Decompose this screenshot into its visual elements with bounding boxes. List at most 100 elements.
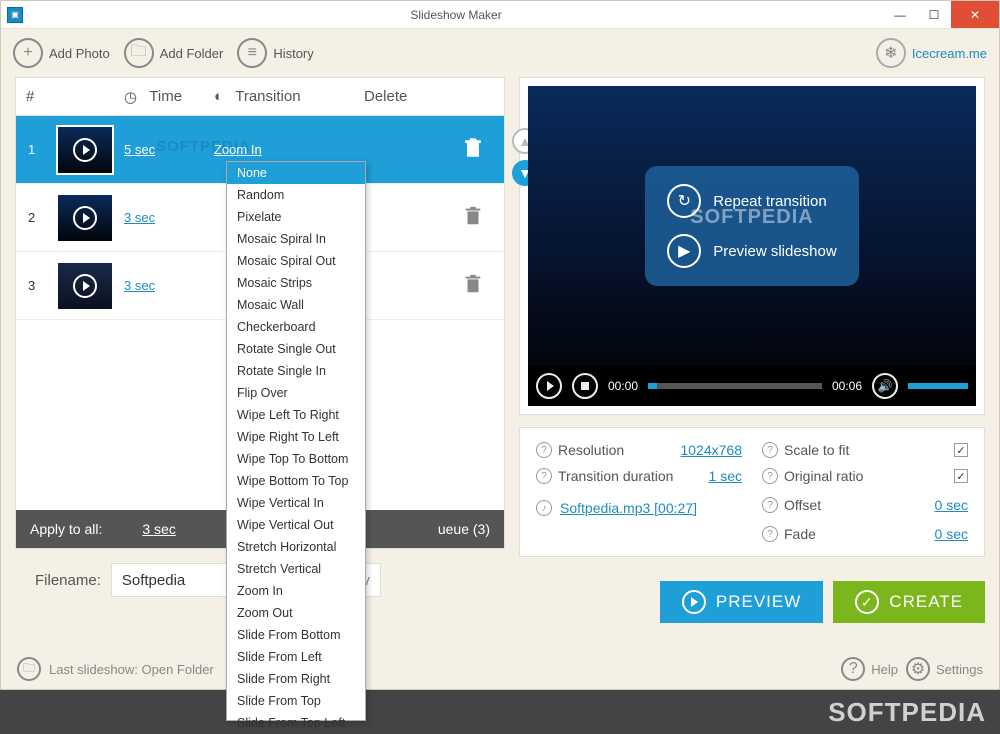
create-button[interactable]: CREATE bbox=[833, 581, 985, 623]
play-icon bbox=[73, 206, 97, 230]
dropdown-item[interactable]: Slide From Bottom bbox=[227, 624, 365, 646]
volume-button[interactable]: 🔊 bbox=[872, 373, 898, 399]
transition-link[interactable]: Zoom In bbox=[214, 142, 262, 157]
stop-button[interactable] bbox=[572, 373, 598, 399]
scale-checkbox[interactable]: ✓ bbox=[954, 443, 968, 457]
dropdown-item[interactable]: Slide From Right bbox=[227, 668, 365, 690]
watermark-text: SOFTPEDIA bbox=[690, 206, 813, 229]
delete-button[interactable] bbox=[462, 273, 484, 295]
dropdown-item[interactable]: Stretch Horizontal bbox=[227, 536, 365, 558]
help-icon[interactable]: ? bbox=[536, 468, 552, 484]
dropdown-item[interactable]: Slide From Top bbox=[227, 690, 365, 712]
row-number: 2 bbox=[16, 210, 54, 225]
dropdown-item[interactable]: Wipe Left To Right bbox=[227, 404, 365, 426]
brand-link[interactable]: ❄ Icecream.me bbox=[876, 38, 987, 68]
play-icon bbox=[73, 138, 97, 162]
clock-icon: ◷ bbox=[124, 88, 137, 106]
dropdown-item[interactable]: Checkerboard bbox=[227, 316, 365, 338]
header-delete: Delete bbox=[364, 88, 504, 105]
header-transition: ◐ Transition bbox=[214, 88, 364, 105]
check-icon bbox=[855, 590, 879, 614]
dropdown-item[interactable]: Random bbox=[227, 184, 365, 206]
dropdown-item[interactable]: Wipe Top To Bottom bbox=[227, 448, 365, 470]
last-slideshow-link[interactable]: Last slideshow: Open Folder bbox=[49, 662, 214, 677]
history-icon: ≡ bbox=[237, 38, 267, 68]
dropdown-item[interactable]: Mosaic Spiral In bbox=[227, 228, 365, 250]
dropdown-item[interactable]: Slide From Top Left bbox=[227, 712, 365, 734]
trans-dur-value[interactable]: 1 sec bbox=[709, 468, 742, 484]
help-button[interactable]: ? Help bbox=[841, 657, 898, 681]
scale-label: Scale to fit bbox=[784, 442, 849, 458]
slide-thumbnail[interactable] bbox=[56, 261, 114, 311]
close-button[interactable]: ✕ bbox=[951, 1, 999, 28]
help-icon[interactable]: ? bbox=[762, 497, 778, 513]
dropdown-item[interactable]: Stretch Vertical bbox=[227, 558, 365, 580]
plus-icon: + bbox=[13, 38, 43, 68]
play-button[interactable] bbox=[536, 373, 562, 399]
offset-value[interactable]: 0 sec bbox=[935, 497, 968, 513]
queue-label[interactable]: ueue (3) bbox=[438, 521, 490, 537]
history-button[interactable]: ≡ History bbox=[237, 38, 313, 68]
dropdown-item[interactable]: Wipe Vertical In bbox=[227, 492, 365, 514]
apply-label: Apply to all: bbox=[30, 521, 102, 537]
preview-slideshow-button[interactable]: ▶ Preview slideshow bbox=[667, 234, 836, 268]
gear-icon: ⚙ bbox=[906, 657, 930, 681]
dropdown-item[interactable]: Flip Over bbox=[227, 382, 365, 404]
delete-button[interactable] bbox=[462, 137, 484, 159]
dropdown-item[interactable]: Pixelate bbox=[227, 206, 365, 228]
preview-button[interactable]: PREVIEW bbox=[660, 581, 823, 623]
row-number: 3 bbox=[16, 278, 54, 293]
seek-bar[interactable] bbox=[648, 383, 822, 389]
dropdown-item[interactable]: Mosaic Wall bbox=[227, 294, 365, 316]
dropdown-item[interactable]: Zoom In bbox=[227, 580, 365, 602]
time-link[interactable]: 5 sec bbox=[124, 142, 155, 157]
help-icon[interactable]: ? bbox=[762, 468, 778, 484]
dropdown-item[interactable]: Zoom Out bbox=[227, 602, 365, 624]
add-photo-button[interactable]: + Add Photo bbox=[13, 38, 110, 68]
app-window: ▣ Slideshow Maker — ☐ ✕ + Add Photo 🗀 Ad… bbox=[0, 0, 1000, 690]
settings-button[interactable]: ⚙ Settings bbox=[906, 657, 983, 681]
resolution-value[interactable]: 1024x768 bbox=[680, 442, 742, 458]
toolbar: + Add Photo 🗀 Add Folder ≡ History ❄ Ice… bbox=[1, 29, 999, 77]
help-icon: ? bbox=[841, 657, 865, 681]
dropdown-item[interactable]: Mosaic Spiral Out bbox=[227, 250, 365, 272]
row-number: 1 bbox=[16, 142, 54, 157]
volume-slider[interactable] bbox=[908, 383, 968, 389]
dropdown-item[interactable]: None bbox=[227, 162, 365, 184]
dropdown-item[interactable]: Wipe Vertical Out bbox=[227, 514, 365, 536]
header-time: ◷ Time bbox=[124, 88, 214, 106]
dropdown-item[interactable]: Wipe Right To Left bbox=[227, 426, 365, 448]
icecream-icon: ❄ bbox=[876, 38, 906, 68]
audio-icon[interactable]: ♪ bbox=[536, 500, 552, 516]
dropdown-item[interactable]: Mosaic Strips bbox=[227, 272, 365, 294]
play-icon bbox=[682, 590, 706, 614]
fade-value[interactable]: 0 sec bbox=[935, 526, 968, 542]
dropdown-item[interactable]: Rotate Single Out bbox=[227, 338, 365, 360]
add-folder-button[interactable]: 🗀 Add Folder bbox=[124, 38, 224, 68]
slide-thumbnail[interactable] bbox=[56, 125, 114, 175]
brand-label: Icecream.me bbox=[912, 46, 987, 61]
transition-dropdown: NoneRandomPixelateMosaic Spiral InMosaic… bbox=[226, 161, 366, 721]
apply-time-link[interactable]: 3 sec bbox=[142, 521, 175, 537]
time-current: 00:00 bbox=[608, 379, 638, 393]
ratio-label: Original ratio bbox=[784, 468, 863, 484]
delete-button[interactable] bbox=[462, 205, 484, 227]
help-icon[interactable]: ? bbox=[762, 526, 778, 542]
add-photo-label: Add Photo bbox=[49, 46, 110, 61]
dropdown-item[interactable]: Wipe Bottom To Top bbox=[227, 470, 365, 492]
dropdown-item[interactable]: Rotate Single In bbox=[227, 360, 365, 382]
ratio-checkbox[interactable]: ✓ bbox=[954, 469, 968, 483]
maximize-button[interactable]: ☐ bbox=[917, 1, 951, 28]
audio-file-link[interactable]: Softpedia.mp3 [00:27] bbox=[560, 500, 697, 516]
help-icon[interactable]: ? bbox=[762, 442, 778, 458]
slide-thumbnail[interactable] bbox=[56, 193, 114, 243]
fade-label: Fade bbox=[784, 526, 816, 542]
app-icon: ▣ bbox=[7, 7, 23, 23]
folder-icon: 🗀 bbox=[17, 657, 41, 681]
minimize-button[interactable]: — bbox=[883, 1, 917, 28]
time-link[interactable]: 3 sec bbox=[124, 278, 155, 293]
time-link[interactable]: 3 sec bbox=[124, 210, 155, 225]
dropdown-item[interactable]: Slide From Left bbox=[227, 646, 365, 668]
help-icon[interactable]: ? bbox=[536, 442, 552, 458]
history-label: History bbox=[273, 46, 313, 61]
